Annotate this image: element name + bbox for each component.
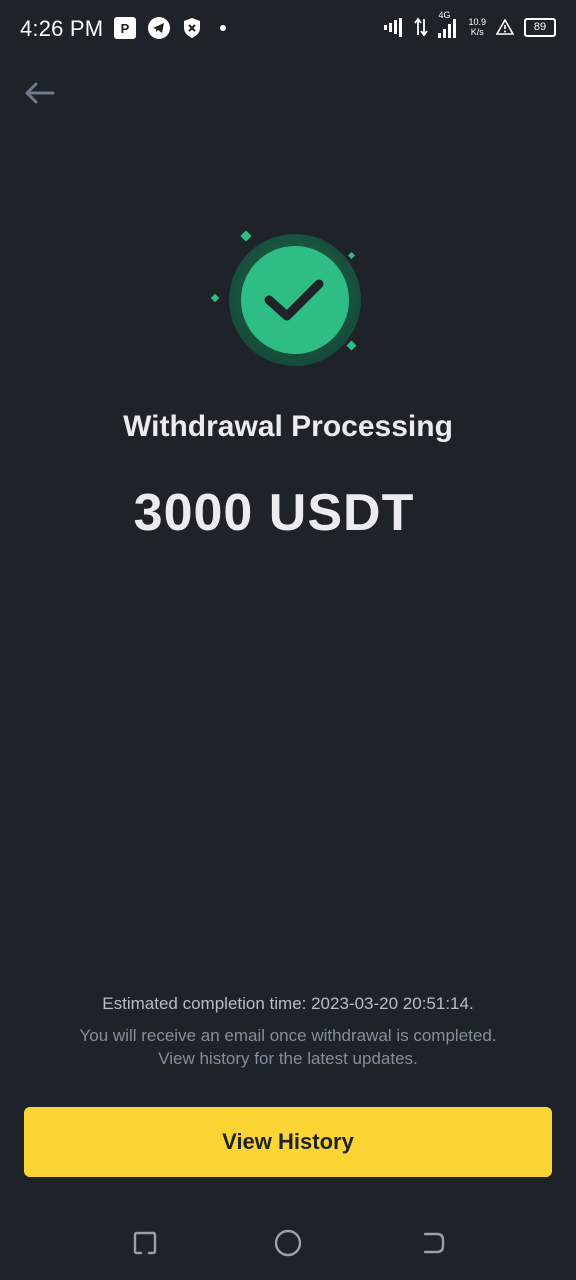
recents-icon[interactable] [124, 1223, 164, 1263]
telegram-icon [148, 17, 170, 39]
signal-4g-icon: 4G [438, 10, 458, 38]
back-arrow-icon[interactable] [22, 78, 56, 108]
network-label: 4G [438, 10, 451, 20]
data-arrows-icon [414, 17, 429, 37]
signal-icon [384, 16, 404, 38]
warning-icon [496, 19, 514, 35]
speed-value: 10.9 [468, 17, 486, 27]
status-time: 4:26 PM [20, 16, 104, 41]
parking-app-icon: P [114, 17, 136, 39]
email-note: You will receive an email once withdrawa… [79, 1026, 497, 1045]
view-history-button[interactable]: View History [24, 1107, 552, 1177]
battery-icon: 89 [524, 17, 556, 37]
notification-icons: P [114, 17, 238, 39]
success-check-icon [206, 226, 366, 376]
system-nav-bar [0, 1205, 576, 1265]
history-note: View history for the latest updates. [158, 1049, 418, 1068]
speed-indicator: 10.9 K/s [468, 17, 486, 37]
system-icons: 4G 10.9 K/s 89 [374, 10, 556, 38]
speed-unit: K/s [470, 27, 484, 37]
shield-x-icon [182, 17, 202, 39]
withdrawal-amount: 3000 USDT [133, 484, 415, 542]
status-title: Withdrawal Processing [123, 410, 453, 443]
back-icon[interactable] [412, 1223, 452, 1263]
status-bar: 4:26 PM P 4G 10.9 K/s 89 [0, 0, 576, 60]
home-icon[interactable] [268, 1223, 308, 1263]
notification-dot-icon [220, 25, 226, 31]
estimated-completion-time: Estimated completion time: 2023-03-20 20… [102, 994, 474, 1013]
